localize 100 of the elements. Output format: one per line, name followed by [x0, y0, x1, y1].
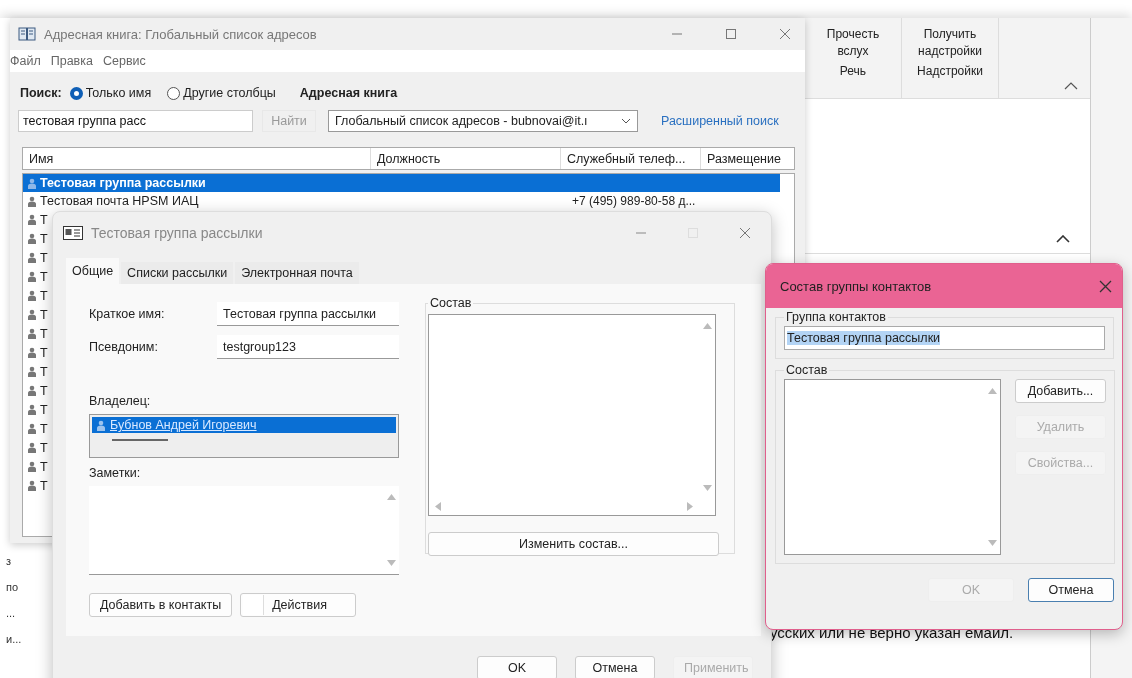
scroll-up-icon[interactable] [988, 388, 997, 394]
list-row[interactable]: Т [23, 286, 52, 305]
text-fragment: з [6, 555, 12, 567]
list-row[interactable]: Тестовая группа рассылки [23, 174, 780, 192]
list-row[interactable]: Т [23, 229, 52, 248]
column-header[interactable]: Служебный телеф... [561, 148, 701, 169]
text-field[interactable]: testgroup123 [217, 335, 399, 359]
dialog-button[interactable]: Отмена [1028, 578, 1114, 602]
menu-item[interactable]: Сервис [102, 54, 146, 68]
list-row[interactable]: Т [23, 343, 52, 362]
contact-name: Т [40, 288, 48, 303]
scroll-up-icon[interactable] [387, 494, 396, 500]
field-label: Псевдоним: [89, 340, 159, 354]
menu-item[interactable]: Правка [50, 54, 93, 68]
tab[interactable]: Списки рассылки [121, 262, 234, 284]
maximize-icon[interactable] [725, 28, 737, 40]
scroll-right-icon[interactable] [687, 502, 693, 511]
contact-name: Т [40, 345, 48, 360]
list-row[interactable]: Тестовая почта HPSM ИАЦ +7 (495) 989-80-58 д... [23, 192, 780, 210]
contact-name: Тестовая почта HPSM ИАЦ [40, 194, 199, 208]
list-row[interactable]: Т [23, 210, 52, 229]
contact-name: Тестовая группа рассылки [40, 176, 206, 190]
radio-option[interactable]: Другие столбцы [167, 86, 276, 100]
person-icon [27, 233, 37, 244]
ribbon-button[interactable]: Прочесть вслух [813, 26, 893, 60]
side-button[interactable]: Добавить... [1015, 379, 1106, 403]
window-title: Адресная книга: Глобальный список адресов [44, 26, 317, 42]
close-icon[interactable] [1099, 279, 1112, 293]
list-row[interactable]: Т [23, 419, 52, 438]
actions-button[interactable]: Действия [240, 593, 357, 617]
owner-label: Владелец: [89, 394, 152, 408]
contact-name: Т [40, 231, 48, 246]
list-row[interactable]: Т [23, 400, 52, 419]
chevron-up-icon[interactable] [1056, 235, 1070, 243]
person-icon [27, 442, 37, 453]
phone-number: +7 (495) 989-80-58 д... [572, 194, 697, 208]
tab[interactable]: Общие [66, 258, 120, 284]
contact-name: Т [40, 212, 48, 227]
contact-name: Т [40, 307, 48, 322]
list-row[interactable]: Т [23, 438, 52, 457]
address-book-dropdown[interactable]: Глобальный список адресов - bubnovai@it.ı [328, 110, 638, 132]
person-icon [96, 419, 106, 431]
contact-card-icon [63, 226, 83, 240]
collapse-icon[interactable] [1064, 82, 1078, 90]
search-field[interactable]: тестовая группа расс [18, 110, 253, 132]
scroll-up-icon[interactable] [703, 323, 712, 329]
search-label: Поиск: [20, 86, 62, 100]
person-icon [27, 214, 37, 225]
list-row[interactable]: Т [23, 248, 52, 267]
contact-name: Т [40, 459, 48, 474]
owner-item[interactable]: Бубнов Андрей Игоревич [92, 417, 396, 433]
menu-item[interactable]: Файл [10, 54, 41, 68]
radio-option[interactable]: Только имя [69, 86, 152, 100]
person-icon [27, 423, 37, 434]
column-header[interactable]: Размещение [701, 148, 794, 169]
scroll-down-icon[interactable] [703, 485, 712, 491]
person-icon [27, 385, 37, 396]
list-row[interactable]: Т [23, 381, 52, 400]
contact-name: Т [40, 269, 48, 284]
advanced-search-link[interactable]: Расширенный поиск [661, 114, 779, 128]
dialog-button[interactable]: Отмена [575, 656, 655, 678]
list-row[interactable]: Т [23, 457, 52, 476]
column-header[interactable]: Должность [371, 148, 561, 169]
person-icon [27, 328, 37, 339]
tab[interactable]: Электронная почта [235, 262, 359, 284]
text-fragment: ... [6, 607, 16, 619]
contact-name: Т [40, 440, 48, 455]
group-label: Состав [429, 296, 473, 310]
edit-members-button[interactable]: Изменить состав... [428, 532, 719, 556]
contact-name: Т [40, 326, 48, 341]
group-name-field[interactable]: Тестовая группа рассылки [784, 326, 1105, 350]
person-icon [27, 252, 37, 263]
list-row[interactable]: Т [23, 267, 52, 286]
notes-field[interactable] [89, 486, 399, 575]
person-icon [27, 347, 37, 358]
person-icon [27, 195, 37, 207]
text-field[interactable]: Тестовая группа рассылки [217, 302, 399, 326]
dialog-title: Состав группы контактов [780, 278, 932, 294]
scroll-down-icon[interactable] [387, 560, 396, 566]
list-row[interactable]: Т [23, 305, 52, 324]
text-fragment: по [6, 581, 19, 593]
group-label: Группа контактов [785, 310, 887, 324]
scroll-down-icon[interactable] [988, 540, 997, 546]
person-icon [27, 366, 37, 377]
list-row[interactable]: Т [23, 476, 52, 495]
person-icon [27, 461, 37, 472]
contact-name: Т [40, 364, 48, 379]
add-to-contacts-button[interactable]: Добавить в контакты [89, 593, 233, 617]
book-icon [18, 27, 36, 41]
list-row[interactable]: Т [23, 324, 52, 343]
dialog-button[interactable]: OK [477, 656, 557, 678]
list-row[interactable]: Т [23, 362, 52, 381]
contact-name: Т [40, 421, 48, 436]
scroll-left-icon[interactable] [435, 502, 441, 511]
close-icon[interactable] [779, 28, 791, 40]
close-icon[interactable] [739, 227, 751, 239]
column-header[interactable]: Имя [23, 148, 371, 169]
ribbon-button[interactable]: Получить надстройки [910, 26, 990, 60]
person-icon [27, 271, 37, 282]
field-label: Краткое имя: [89, 307, 166, 321]
